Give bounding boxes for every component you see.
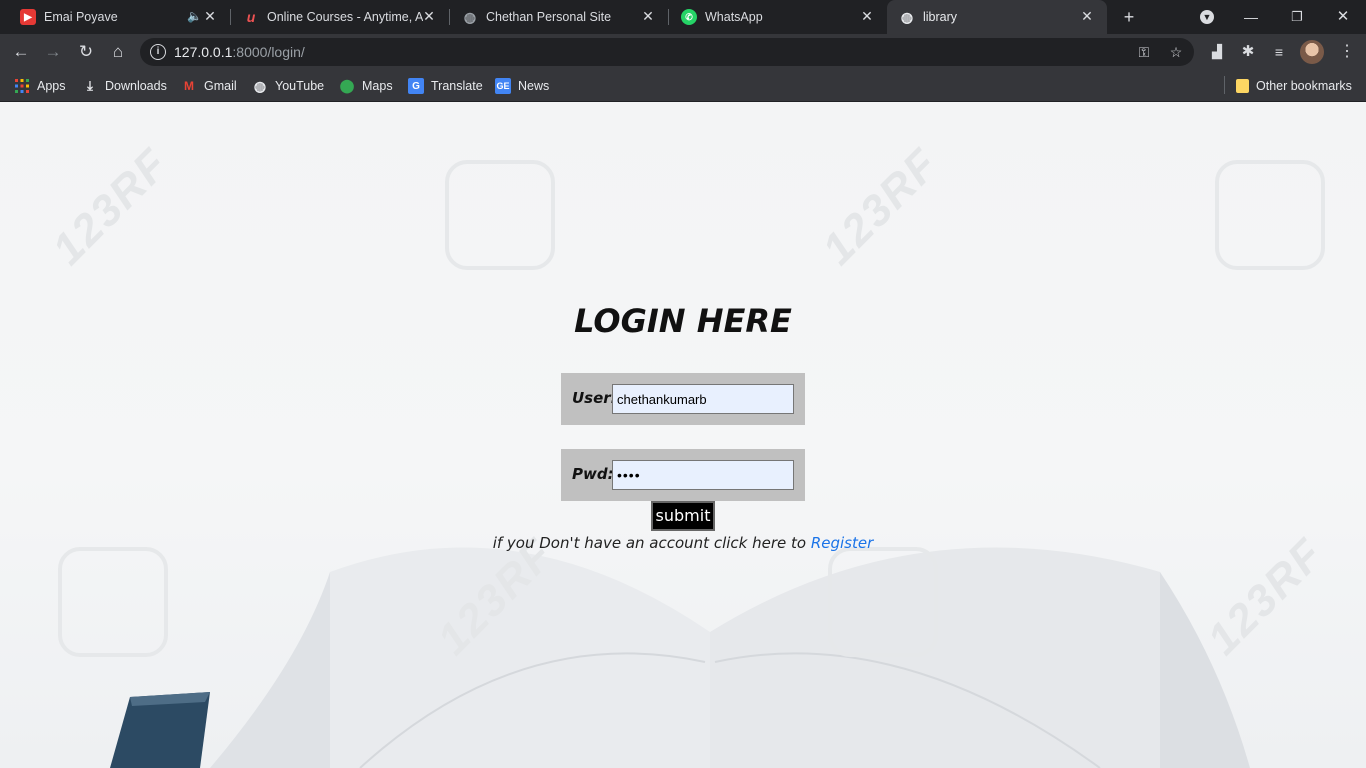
bookmark-label: Other bookmarks <box>1256 79 1352 93</box>
avatar[interactable] <box>1300 40 1324 64</box>
login-page: 123RF 123RF 123RF 123RF LOGIN HERE User:… <box>0 102 1366 768</box>
bookmark-news[interactable]: GE News <box>495 76 549 96</box>
home-button[interactable]: ⌂ <box>107 41 129 63</box>
close-icon[interactable]: ✕ <box>1079 8 1095 24</box>
tab-youtube[interactable]: ▶ Emai Poyave 🔈 ✕ <box>8 0 230 34</box>
news-icon: GE <box>495 78 511 94</box>
bookmark-label: Translate <box>431 79 483 93</box>
window-close-button[interactable]: ✕ <box>1332 6 1354 28</box>
register-prompt-text: if you Don't have an account click here … <box>492 534 807 552</box>
bookmark-other[interactable]: Other bookmarks <box>1236 76 1352 96</box>
url-path: :8000/login/ <box>232 44 305 60</box>
bookmark-gmail[interactable]: M Gmail <box>181 76 237 96</box>
globe-icon: ◍ <box>463 8 477 25</box>
extensions-puzzle-icon[interactable]: ✱ <box>1237 41 1259 63</box>
apps-grid-icon <box>14 78 30 94</box>
tab-whatsapp[interactable]: ✆ WhatsApp ✕ <box>669 0 887 34</box>
user-label: User: <box>572 389 617 407</box>
chevron-down-icon: ▼ <box>1200 10 1214 24</box>
new-tab-button[interactable]: + <box>1118 6 1140 28</box>
forward-button[interactable]: → <box>42 41 64 63</box>
bookmark-label: YouTube <box>275 79 325 93</box>
page-title: LOGIN HERE <box>574 302 792 340</box>
tab-strip: ▶ Emai Poyave 🔈 ✕ u Online Courses - Any… <box>0 0 1366 34</box>
key-icon[interactable]: ⚿ <box>1134 42 1154 62</box>
bookmark-label: News <box>518 79 550 93</box>
tab-title: library <box>923 10 958 24</box>
password-field-group: Pwd: <box>561 449 805 501</box>
bookmark-label: Maps <box>362 79 393 93</box>
translate-icon: G <box>408 78 424 94</box>
bookmark-maps[interactable]: ⬤ Maps <box>339 76 393 96</box>
tab-search-button[interactable]: ▼ <box>1196 6 1218 28</box>
address-bar[interactable]: i 127.0.0.1:8000/login/ ⚿ ☆ <box>140 38 1194 66</box>
close-icon[interactable]: ✕ <box>640 8 656 24</box>
udemy-icon: u <box>246 9 256 25</box>
bookmark-translate[interactable]: G Translate <box>408 76 483 96</box>
password-input[interactable] <box>612 460 794 490</box>
tab-title: Online Courses - Anytime, An <box>267 10 423 24</box>
bookmark-label: Apps <box>37 79 66 93</box>
close-icon[interactable]: ✕ <box>421 8 437 24</box>
star-icon[interactable]: ☆ <box>1166 42 1186 62</box>
restore-button[interactable]: ❐ <box>1286 6 1308 28</box>
login-form: LOGIN HERE User: Pwd: submit if you Don'… <box>0 102 1366 768</box>
register-link[interactable]: Register <box>811 534 873 552</box>
reload-button[interactable]: ↻ <box>75 41 97 63</box>
globe-icon: ◍ <box>253 77 267 94</box>
bookmark-label: Downloads <box>105 79 167 93</box>
url-text[interactable]: 127.0.0.1:8000/login/ <box>174 44 305 60</box>
user-field-group: User: <box>561 373 805 425</box>
menu-kebab-icon[interactable]: ⋮ <box>1336 41 1358 63</box>
bookmark-downloads[interactable]: ⤓ Downloads <box>82 76 167 96</box>
minimize-button[interactable]: — <box>1240 6 1262 28</box>
back-button[interactable]: ← <box>10 41 32 63</box>
bookmarks-bar: Apps ⤓ Downloads M Gmail ◍ YouTube ⬤ Maps GT… <box>0 70 1366 102</box>
submit-button[interactable]: submit <box>651 501 715 531</box>
youtube-icon: ▶ <box>20 9 36 25</box>
speaker-icon[interactable]: 🔈 <box>187 9 202 23</box>
tab-title: WhatsApp <box>705 10 763 24</box>
browser-toolbar: ← → ↻ ⌂ i 127.0.0.1:8000/login/ ⚿ ☆ ▟ ✱ … <box>0 34 1366 70</box>
folder-icon <box>1236 79 1249 93</box>
url-host: 127.0.0.1 <box>174 44 233 60</box>
gmail-icon: M <box>184 79 194 93</box>
tab-title: Emai Poyave <box>44 10 118 24</box>
whatsapp-icon: ✆ <box>681 9 697 25</box>
globe-icon: ◍ <box>900 8 914 25</box>
extension-chart-icon[interactable]: ▟ <box>1206 41 1228 63</box>
register-prompt: if you Don't have an account click here … <box>0 534 1366 552</box>
bookmark-youtube[interactable]: ◍ YouTube <box>252 76 324 96</box>
media-queue-icon[interactable]: ≡ <box>1268 41 1290 63</box>
tab-chethan-site[interactable]: ◍ Chethan Personal Site ✕ <box>450 0 668 34</box>
download-icon: ⤓ <box>87 78 93 93</box>
password-label: Pwd: <box>572 465 614 483</box>
maps-pin-icon: ⬤ <box>339 78 355 93</box>
tab-library[interactable]: ◍ library ✕ <box>887 0 1107 34</box>
tab-title: Chethan Personal Site <box>486 10 612 24</box>
bookmark-apps[interactable]: Apps <box>14 76 66 96</box>
close-icon[interactable]: ✕ <box>859 8 875 24</box>
close-icon[interactable]: ✕ <box>202 8 218 24</box>
bookmark-label: Gmail <box>204 79 237 93</box>
site-info-icon[interactable]: i <box>150 44 166 60</box>
tab-udemy[interactable]: u Online Courses - Anytime, An ✕ <box>231 0 449 34</box>
username-input[interactable] <box>612 384 794 414</box>
